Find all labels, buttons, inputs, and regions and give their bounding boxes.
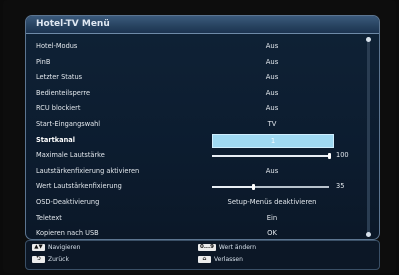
row-value: Setup-Menüs deaktivieren (227, 197, 317, 206)
scroll-bottom-marker (366, 232, 371, 237)
row-value: Aus (265, 104, 279, 113)
menu-rows: Hotel-Modus Aus PinB Aus Letzter Status … (26, 39, 379, 239)
menu-row-start-eingangswahl[interactable]: Start-Eingangswahl TV (26, 117, 379, 133)
row-label: Wert Lautstärkenfixierung (36, 182, 122, 191)
row-label: Lautstärkenfixierung aktivieren (36, 166, 140, 175)
menu-row-letzter-status[interactable]: Letzter Status Aus (26, 70, 379, 86)
scroll-top-marker (366, 37, 371, 42)
menu-row-lautstaerkenfixierung-aktivieren[interactable]: Lautstärkenfixierung aktivieren Aus (26, 164, 379, 180)
row-label: RCU blockiert (36, 104, 81, 113)
menu-row-kopieren-nach-usb[interactable]: Kopieren nach USB OK (26, 226, 379, 239)
legend-back-label: Zurück (48, 256, 69, 263)
row-label: Start-Eingangswahl (36, 119, 101, 128)
slider-fill (212, 186, 253, 189)
row-label: Startkanal (36, 135, 75, 144)
row-value: OK (267, 229, 277, 238)
row-value: Aus (265, 166, 279, 175)
slider-value: 35 (336, 182, 345, 191)
legend-exit: ⌂ Verlassen (198, 256, 243, 263)
menu-row-maximale-lautstaerke[interactable]: Maximale Lautstärke 100 (26, 148, 379, 164)
legend-exit-label: Verlassen (214, 256, 243, 263)
row-label: Teletext (36, 213, 62, 222)
row-label: PinB (36, 57, 51, 66)
row-label: Bedienteilsperre (36, 88, 91, 97)
legend-digits: 0...9 Wert ändern (198, 244, 256, 251)
menu-title: Hotel-TV Menü (26, 16, 379, 34)
row-label: Maximale Lautstärke (36, 151, 105, 160)
row-value: Aus (265, 73, 279, 82)
back-key-icon: ⮌ (32, 256, 45, 263)
tv-screen: Hotel-TV Menü Hotel-Modus Aus PinB Aus L… (3, 0, 396, 273)
row-label: Kopieren nach USB (36, 229, 99, 238)
legend-navigate: ▲▼ Navigieren (32, 244, 80, 251)
row-value: TV (267, 119, 277, 128)
digit-keys-icon: 0...9 (198, 244, 216, 251)
home-key-icon: ⌂ (198, 256, 211, 263)
legend-navigate-label: Navigieren (48, 244, 81, 251)
arrow-keys-icon: ▲▼ (32, 244, 45, 251)
row-value: Aus (265, 57, 279, 66)
hotel-tv-menu: Hotel-TV Menü Hotel-Modus Aus PinB Aus L… (25, 15, 380, 240)
menu-row-osd-deaktivierung[interactable]: OSD-Deaktivierung Setup-Menüs deaktivier… (26, 195, 379, 211)
menu-row-rcu-blockiert[interactable]: RCU blockiert Aus (26, 101, 379, 117)
menu-row-wert-lautstaerkenfixierung[interactable]: Wert Lautstärkenfixierung 35 (26, 179, 379, 195)
menu-row-startkanal[interactable]: Startkanal 1 (26, 133, 379, 149)
slider-knob[interactable] (251, 184, 255, 191)
slider-fill (212, 155, 329, 158)
menu-scrollbar[interactable] (366, 37, 371, 237)
row-value: Aus (265, 88, 279, 97)
row-value: Ein (266, 213, 278, 222)
startkanal-input[interactable]: 1 (212, 133, 334, 148)
slider-knob[interactable] (328, 153, 331, 160)
menu-row-teletext[interactable]: Teletext Ein (26, 211, 379, 227)
slider-value: 100 (336, 151, 349, 160)
menu-row-hotel-modus[interactable]: Hotel-Modus Aus (26, 39, 379, 55)
menu-row-pinb[interactable]: PinB Aus (26, 55, 379, 71)
row-value: Aus (265, 42, 279, 50)
menu-row-bedienteilsperre[interactable]: Bedienteilsperre Aus (26, 86, 379, 102)
max-volume-slider[interactable] (212, 153, 331, 160)
row-label: OSD-Deaktivierung (36, 197, 100, 206)
fixed-volume-slider[interactable] (212, 184, 329, 191)
row-label: Hotel-Modus (36, 42, 78, 50)
legend-back: ⮌ Zurück (32, 256, 69, 263)
legend-digits-label: Wert ändern (218, 244, 257, 251)
row-label: Letzter Status (36, 73, 83, 82)
key-legend: ▲▼ Navigieren ⮌ Zurück 0...9 Wert ändern… (25, 240, 380, 270)
